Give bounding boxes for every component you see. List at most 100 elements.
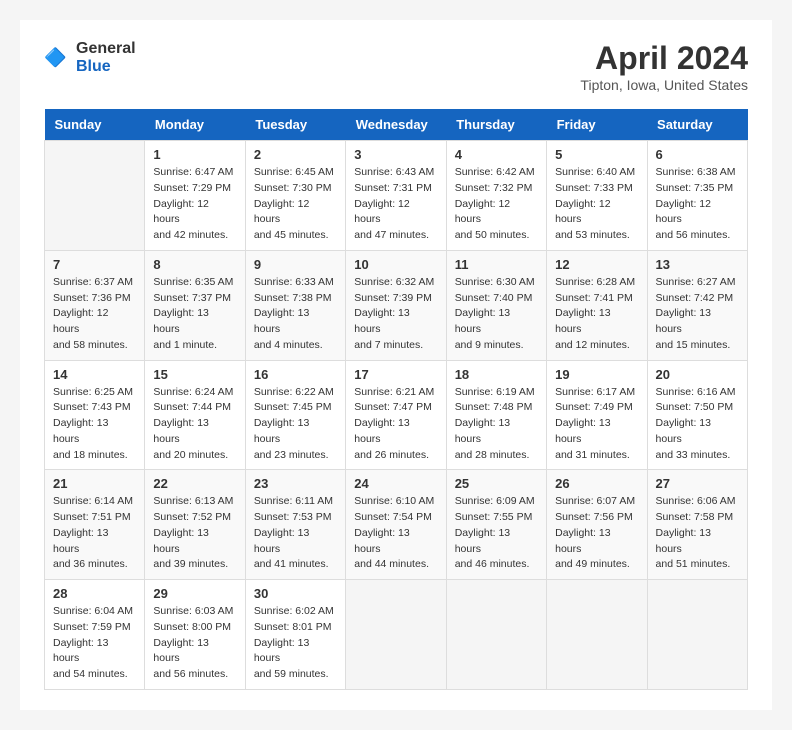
- calendar-cell: 8 Sunrise: 6:35 AMSunset: 7:37 PMDaylight…: [145, 250, 245, 360]
- calendar-cell: 16 Sunrise: 6:22 AMSunset: 7:45 PMDayligh…: [245, 360, 345, 470]
- day-number: 17: [354, 367, 437, 382]
- day-info: Sunrise: 6:43 AMSunset: 7:31 PMDaylight:…: [354, 165, 437, 244]
- day-info: Sunrise: 6:45 AMSunset: 7:30 PMDaylight:…: [254, 165, 337, 244]
- day-number: 14: [53, 367, 136, 382]
- calendar-cell: 27Sunrise: 6:06 AMSunset: 7:58 PMDayligh…: [647, 470, 747, 580]
- day-number: 19: [555, 367, 638, 382]
- calendar-cell: 13Sunrise: 6:27 AMSunset: 7:42 PMDayligh…: [647, 250, 747, 360]
- svg-text:🔷: 🔷: [44, 46, 67, 67]
- logo: 🔷 General Blue: [44, 40, 136, 75]
- day-info: Sunrise: 6:02 AMSunset: 8:01 PMDaylight:…: [254, 604, 337, 683]
- day-info: Sunrise: 6:09 AMSunset: 7:55 PMDaylight:…: [455, 494, 538, 573]
- day-number: 16: [254, 367, 337, 382]
- day-info: Sunrise: 6:28 AMSunset: 7:41 PMDaylight:…: [555, 275, 638, 354]
- calendar-cell: [547, 580, 647, 690]
- day-info: Sunrise: 6:16 AMSunset: 7:50 PMDaylight:…: [656, 385, 739, 464]
- day-number: 15: [153, 367, 236, 382]
- day-info: Sunrise: 6:24 AMSunset: 7:44 PMDaylight:…: [153, 385, 236, 464]
- day-info: Sunrise: 6:17 AMSunset: 7:49 PMDaylight:…: [555, 385, 638, 464]
- calendar-cell: 15 Sunrise: 6:24 AMSunset: 7:44 PMDayligh…: [145, 360, 245, 470]
- day-number: 22: [153, 476, 236, 491]
- calendar-cell: 12 Sunrise: 6:28 AMSunset: 7:41 PMDayligh…: [547, 250, 647, 360]
- logo-bird-icon: 🔷: [44, 44, 72, 72]
- calendar-cell: 26 Sunrise: 6:07 AMSunset: 7:56 PMDayligh…: [547, 470, 647, 580]
- calendar-cell: 25 Sunrise: 6:09 AMSunset: 7:55 PMDayligh…: [446, 470, 546, 580]
- calendar-cell: 22Sunrise: 6:13 AMSunset: 7:52 PMDayligh…: [145, 470, 245, 580]
- day-info: Sunrise: 6:27 AMSunset: 7:42 PMDaylight:…: [656, 275, 739, 354]
- calendar-cell: 7 Sunrise: 6:37 AMSunset: 7:36 PMDaylight…: [45, 250, 145, 360]
- day-info: Sunrise: 6:21 AMSunset: 7:47 PMDaylight:…: [354, 385, 437, 464]
- col-thursday: Thursday: [446, 109, 546, 141]
- calendar-cell: 17 Sunrise: 6:21 AMSunset: 7:47 PMDayligh…: [346, 360, 446, 470]
- day-info: Sunrise: 6:06 AMSunset: 7:58 PMDaylight:…: [656, 494, 739, 573]
- calendar-cell: 20Sunrise: 6:16 AMSunset: 7:50 PMDayligh…: [647, 360, 747, 470]
- logo-general: General: [76, 40, 136, 57]
- day-info: Sunrise: 6:04 AMSunset: 7:59 PMDaylight:…: [53, 604, 136, 683]
- day-info: Sunrise: 6:14 AMSunset: 7:51 PMDaylight:…: [53, 494, 136, 573]
- day-number: 28: [53, 586, 136, 601]
- day-number: 30: [254, 586, 337, 601]
- calendar-cell: 3 Sunrise: 6:43 AMSunset: 7:31 PMDaylight…: [346, 141, 446, 251]
- calendar-container: 🔷 General Blue April 2024 Tipton, Iowa, …: [20, 20, 772, 710]
- calendar-cell: 10 Sunrise: 6:32 AMSunset: 7:39 PMDayligh…: [346, 250, 446, 360]
- day-number: 7: [53, 257, 136, 272]
- col-saturday: Saturday: [647, 109, 747, 141]
- title-block: April 2024 Tipton, Iowa, United States: [580, 40, 748, 93]
- day-info: Sunrise: 6:35 AMSunset: 7:37 PMDaylight:…: [153, 275, 236, 354]
- day-number: 2: [254, 147, 337, 162]
- day-info: Sunrise: 6:37 AMSunset: 7:36 PMDaylight:…: [53, 275, 136, 354]
- day-info: Sunrise: 6:10 AMSunset: 7:54 PMDaylight:…: [354, 494, 437, 573]
- day-info: Sunrise: 6:33 AMSunset: 7:38 PMDaylight:…: [254, 275, 337, 354]
- day-info: Sunrise: 6:30 AMSunset: 7:40 PMDaylight:…: [455, 275, 538, 354]
- calendar-cell: [446, 580, 546, 690]
- calendar-cell: 29 Sunrise: 6:03 AMSunset: 8:00 PMDayligh…: [145, 580, 245, 690]
- day-number: 23: [254, 476, 337, 491]
- calendar-cell: 5 Sunrise: 6:40 AMSunset: 7:33 PMDaylight…: [547, 141, 647, 251]
- calendar-cell: 1Sunrise: 6:47 AMSunset: 7:29 PMDaylight…: [145, 141, 245, 251]
- day-info: Sunrise: 6:03 AMSunset: 8:00 PMDaylight:…: [153, 604, 236, 683]
- day-info: Sunrise: 6:07 AMSunset: 7:56 PMDaylight:…: [555, 494, 638, 573]
- day-number: 26: [555, 476, 638, 491]
- day-info: Sunrise: 6:25 AMSunset: 7:43 PMDaylight:…: [53, 385, 136, 464]
- day-number: 1: [153, 147, 236, 162]
- calendar-cell: 28 Sunrise: 6:04 AMSunset: 7:59 PMDayligh…: [45, 580, 145, 690]
- col-sunday: Sunday: [45, 109, 145, 141]
- calendar-cell: 6Sunrise: 6:38 AMSunset: 7:35 PMDaylight…: [647, 141, 747, 251]
- calendar-week-row: 1Sunrise: 6:47 AMSunset: 7:29 PMDaylight…: [45, 141, 748, 251]
- day-number: 9: [254, 257, 337, 272]
- header-row: 🔷 General Blue April 2024 Tipton, Iowa, …: [44, 40, 748, 93]
- day-number: 18: [455, 367, 538, 382]
- calendar-week-row: 21 Sunrise: 6:14 AMSunset: 7:51 PMDayligh…: [45, 470, 748, 580]
- day-number: 3: [354, 147, 437, 162]
- calendar-cell: [45, 141, 145, 251]
- day-number: 12: [555, 257, 638, 272]
- day-info: Sunrise: 6:40 AMSunset: 7:33 PMDaylight:…: [555, 165, 638, 244]
- col-friday: Friday: [547, 109, 647, 141]
- calendar-cell: 24Sunrise: 6:10 AMSunset: 7:54 PMDayligh…: [346, 470, 446, 580]
- day-number: 11: [455, 257, 538, 272]
- col-wednesday: Wednesday: [346, 109, 446, 141]
- day-number: 4: [455, 147, 538, 162]
- day-number: 25: [455, 476, 538, 491]
- calendar-cell: 30 Sunrise: 6:02 AMSunset: 8:01 PMDayligh…: [245, 580, 345, 690]
- calendar-cell: 9 Sunrise: 6:33 AMSunset: 7:38 PMDaylight…: [245, 250, 345, 360]
- calendar-cell: 21 Sunrise: 6:14 AMSunset: 7:51 PMDayligh…: [45, 470, 145, 580]
- day-number: 5: [555, 147, 638, 162]
- col-tuesday: Tuesday: [245, 109, 345, 141]
- day-number: 21: [53, 476, 136, 491]
- day-number: 29: [153, 586, 236, 601]
- calendar-cell: 14 Sunrise: 6:25 AMSunset: 7:43 PMDayligh…: [45, 360, 145, 470]
- calendar-cell: [346, 580, 446, 690]
- day-info: Sunrise: 6:22 AMSunset: 7:45 PMDaylight:…: [254, 385, 337, 464]
- calendar-cell: 18Sunrise: 6:19 AMSunset: 7:48 PMDayligh…: [446, 360, 546, 470]
- calendar-title: April 2024: [580, 40, 748, 77]
- day-info: Sunrise: 6:32 AMSunset: 7:39 PMDaylight:…: [354, 275, 437, 354]
- day-number: 10: [354, 257, 437, 272]
- calendar-subtitle: Tipton, Iowa, United States: [580, 77, 748, 93]
- calendar-week-row: 14 Sunrise: 6:25 AMSunset: 7:43 PMDayligh…: [45, 360, 748, 470]
- day-info: Sunrise: 6:38 AMSunset: 7:35 PMDaylight:…: [656, 165, 739, 244]
- day-number: 8: [153, 257, 236, 272]
- calendar-week-row: 28 Sunrise: 6:04 AMSunset: 7:59 PMDayligh…: [45, 580, 748, 690]
- logo-blue: Blue: [76, 58, 111, 75]
- day-info: Sunrise: 6:42 AMSunset: 7:32 PMDaylight:…: [455, 165, 538, 244]
